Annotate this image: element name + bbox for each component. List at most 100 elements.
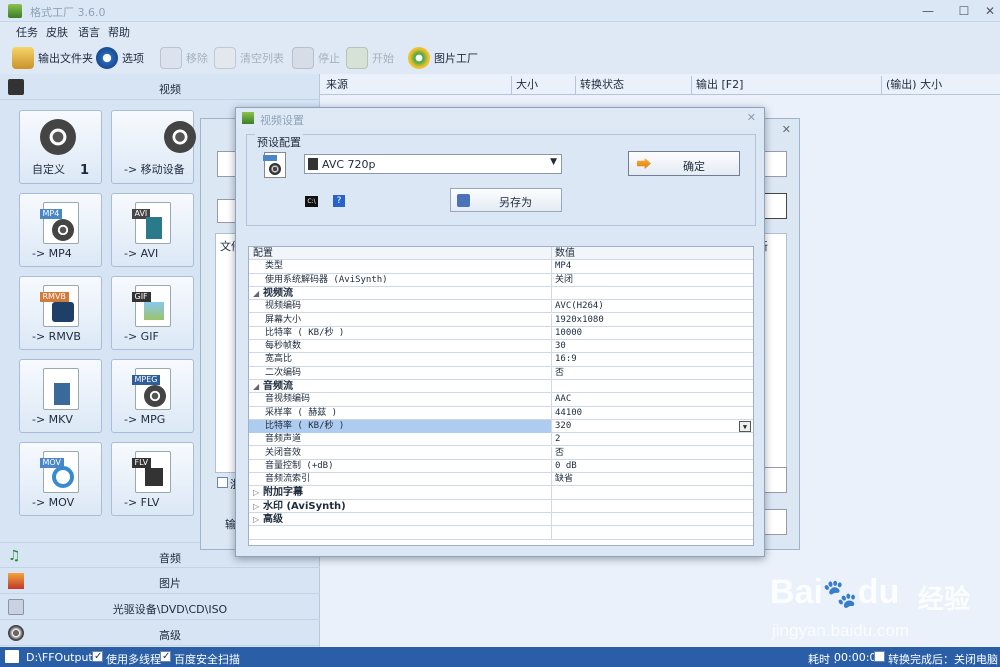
shutdown-checkbox[interactable] bbox=[874, 651, 885, 662]
ok-label: 确定 bbox=[683, 160, 705, 173]
grid-row[interactable]: 类型 MP4 bbox=[249, 260, 753, 274]
format-gif[interactable]: GIF -> GIF bbox=[111, 276, 194, 350]
grid-row[interactable]: 音频流索引 缺省 bbox=[249, 473, 753, 487]
format-mp4[interactable]: MP4 -> MP4 bbox=[19, 193, 102, 267]
save-as-button[interactable]: 另存为 bbox=[450, 188, 562, 212]
expand-closed-icon[interactable]: ▷ bbox=[253, 513, 263, 526]
grid-row-value[interactable]: AVC(H264) bbox=[555, 300, 604, 313]
expand-closed-icon[interactable]: ▷ bbox=[253, 486, 263, 499]
category-advanced-label: 高级 bbox=[159, 629, 181, 642]
expand-open-icon[interactable]: ◢ bbox=[253, 287, 263, 300]
menu-task[interactable]: 任务 bbox=[16, 24, 38, 40]
grid-row-value[interactable]: 1920x1080 bbox=[555, 314, 604, 327]
grid-row-value[interactable]: 0 dB bbox=[555, 460, 577, 473]
grid-row-value[interactable]: 16:9 bbox=[555, 353, 577, 366]
grid-row-value[interactable]: 320 bbox=[555, 420, 571, 433]
menu-language[interactable]: 语言 bbox=[78, 24, 100, 40]
category-picture[interactable]: 图片 bbox=[0, 568, 320, 594]
dialog-close-icon[interactable]: ✕ bbox=[747, 111, 756, 124]
output-path[interactable]: D:\FFOutput bbox=[26, 651, 93, 664]
clear-list-button[interactable]: 清空列表 bbox=[214, 46, 284, 70]
column-output[interactable]: 输出 [F2] bbox=[692, 76, 882, 94]
grid-group-row[interactable]: ▷ 附加字幕 bbox=[249, 486, 753, 500]
window-title: 格式工厂 3.6.0 bbox=[30, 6, 106, 19]
grid-row[interactable]: 音视频编码 AAC bbox=[249, 393, 753, 407]
grid-row[interactable]: 比特率 ( KB/秒 ) 320 ▼ bbox=[249, 419, 753, 434]
grid-group-row[interactable]: ◢ 音频流 bbox=[249, 380, 753, 394]
grid-row[interactable]: 比特率 ( KB/秒 ) 10000 bbox=[249, 326, 753, 341]
grid-row[interactable]: 每秒帧数 30 bbox=[249, 340, 753, 354]
format-avi[interactable]: AVI -> AVI bbox=[111, 193, 194, 267]
grid-row[interactable]: 屏幕大小 1920x1080 bbox=[249, 313, 753, 327]
category-video[interactable]: 视频 bbox=[0, 74, 320, 100]
options-button[interactable]: 选项 bbox=[96, 46, 144, 70]
format-custom-label: 自定义 bbox=[32, 163, 65, 176]
format-mov[interactable]: MOV -> MOV bbox=[19, 442, 102, 516]
maximize-button[interactable]: ☐ bbox=[954, 3, 974, 19]
expand-closed-icon[interactable]: ▷ bbox=[253, 500, 263, 513]
category-advanced[interactable]: 高级 bbox=[0, 620, 320, 646]
grid-row-value[interactable]: 10000 bbox=[555, 327, 582, 340]
picture-factory-button[interactable]: 图片工厂 bbox=[408, 46, 478, 70]
drive-icon bbox=[5, 650, 19, 663]
grid-row[interactable]: 宽高比 16:9 bbox=[249, 353, 753, 367]
clapper-icon bbox=[144, 468, 163, 486]
expand-open-icon[interactable]: ◢ bbox=[253, 380, 263, 393]
format-mpg[interactable]: MPEG -> MPG bbox=[111, 359, 194, 433]
grid-row[interactable]: 二次编码 否 bbox=[249, 366, 753, 380]
menu-skin[interactable]: 皮肤 bbox=[46, 24, 68, 40]
format-custom[interactable]: 自定义 1 bbox=[19, 110, 102, 184]
bg-checkbox[interactable] bbox=[217, 477, 228, 488]
grid-row-value[interactable]: 2 bbox=[555, 433, 560, 446]
column-output-size[interactable]: (输出) 大小 bbox=[882, 76, 998, 94]
grid-row-key-text: 音频流 bbox=[263, 381, 293, 392]
grid-row[interactable]: 使用系统解码器 (AviSynth) 关闭 bbox=[249, 273, 753, 287]
dialog-app-icon bbox=[242, 112, 254, 124]
bg-close-icon[interactable]: ✕ bbox=[782, 123, 791, 136]
grid-row-key: 宽高比 bbox=[249, 353, 552, 367]
remove-button[interactable]: 移除 bbox=[160, 46, 208, 70]
value-dropdown-icon[interactable]: ▼ bbox=[739, 420, 751, 432]
console-icon[interactable]: C:\ bbox=[305, 196, 318, 207]
menu-help[interactable]: 帮助 bbox=[108, 24, 130, 40]
grid-row[interactable]: 采样率 ( 赫兹 ) 44100 bbox=[249, 406, 753, 420]
mp4-tag: MP4 bbox=[39, 209, 63, 219]
column-source[interactable]: 来源 bbox=[322, 76, 512, 94]
help-icon[interactable]: ? bbox=[333, 195, 345, 207]
grid-group-row[interactable]: ▷ 水印 (AviSynth) bbox=[249, 499, 753, 513]
grid-row-value[interactable]: 缺省 bbox=[555, 473, 573, 486]
format-rmvb[interactable]: RMVB -> RMVB bbox=[19, 276, 102, 350]
baidu-watermark: Bai🐾du 经验 jingyan.baidu.com bbox=[770, 555, 995, 645]
safe-scan-checkbox[interactable] bbox=[160, 651, 171, 662]
grid-row-value[interactable]: 否 bbox=[555, 367, 564, 380]
grid-row-value[interactable]: AAC bbox=[555, 393, 571, 406]
column-size[interactable]: 大小 bbox=[512, 76, 576, 94]
grid-row[interactable]: 关闭音效 否 bbox=[249, 446, 753, 460]
format-flv[interactable]: FLV -> FLV bbox=[111, 442, 194, 516]
grid-row-value[interactable]: MP4 bbox=[555, 260, 571, 273]
grid-row-value[interactable]: 否 bbox=[555, 447, 564, 460]
folder-icon bbox=[12, 47, 34, 69]
floppy-disk-icon bbox=[457, 194, 470, 207]
category-rom[interactable]: 光驱设备\DVD\CD\ISO bbox=[0, 594, 320, 620]
stop-button[interactable]: 停止 bbox=[292, 46, 340, 70]
preset-dropdown[interactable]: AVC 720p ▼ bbox=[304, 154, 562, 174]
grid-row-value[interactable]: 关闭 bbox=[555, 274, 573, 287]
grid-row[interactable]: 音量控制 (+dB) 0 dB bbox=[249, 459, 753, 474]
grid-group-row[interactable]: ◢ 视频流 bbox=[249, 286, 753, 301]
grid-row[interactable]: 音频声道 2 bbox=[249, 433, 753, 447]
grid-group-row[interactable]: ▷ 高级 bbox=[249, 513, 753, 527]
grid-row-value[interactable]: 44100 bbox=[555, 407, 582, 420]
format-mkv[interactable]: -> MKV bbox=[19, 359, 102, 433]
grid-row[interactable]: 视频编码 AVC(H264) bbox=[249, 300, 753, 314]
format-mobile[interactable]: -> 移动设备 bbox=[111, 110, 196, 184]
start-button[interactable]: 开始 bbox=[346, 46, 394, 70]
close-button[interactable]: ✕ bbox=[980, 3, 1000, 19]
grid-row-value[interactable]: 30 bbox=[555, 340, 566, 353]
ok-button[interactable]: 确定 bbox=[628, 151, 740, 176]
grid-row-key-text: 音视频编码 bbox=[265, 394, 311, 405]
minimize-button[interactable]: — bbox=[918, 3, 938, 19]
column-status[interactable]: 转换状态 bbox=[576, 76, 692, 94]
output-folder-button[interactable]: 输出文件夹 bbox=[12, 46, 93, 70]
multithread-checkbox[interactable] bbox=[92, 651, 103, 662]
